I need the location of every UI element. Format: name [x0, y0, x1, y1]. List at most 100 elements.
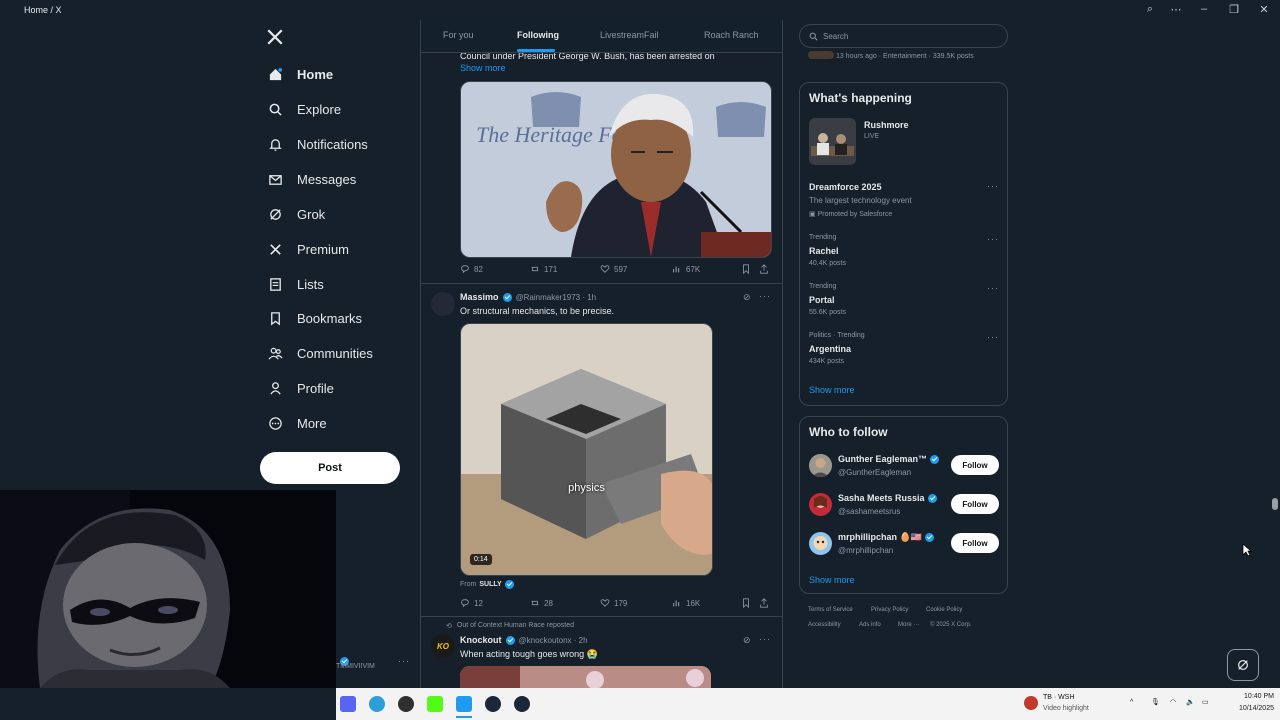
steam-icon-2[interactable] — [514, 696, 530, 712]
battery-icon[interactable]: ▭ — [1202, 698, 1209, 706]
live-thumbnail[interactable] — [809, 118, 856, 165]
sidebar-item-communities[interactable]: Communities — [268, 338, 373, 368]
grok-floating-button[interactable] — [1227, 649, 1259, 681]
footer-link-privacy[interactable]: Privacy Policy — [871, 607, 908, 613]
reply-button[interactable]: 12 — [460, 598, 483, 608]
volume-icon[interactable]: 🔈 — [1186, 698, 1195, 706]
widget-ticker[interactable]: TB · WSH — [1043, 694, 1075, 701]
follow-button[interactable]: Follow — [951, 455, 999, 475]
repost-button[interactable]: 171 — [530, 264, 557, 274]
repost-button[interactable]: 28 — [530, 598, 553, 608]
twitter-app-icon[interactable] — [456, 696, 472, 712]
user-handle[interactable]: @mrphillipchan — [838, 546, 893, 555]
sidebar-item-profile[interactable]: Profile — [268, 373, 334, 403]
microphone-icon[interactable]: 🎙 — [1151, 698, 1160, 706]
tab-following[interactable]: Following — [517, 30, 559, 40]
kick-icon[interactable] — [427, 696, 443, 712]
author-handle[interactable]: @Rainmaker1973 · 1h — [516, 293, 597, 302]
account-switcher[interactable]: TMMIVIIVIM ··· — [336, 648, 420, 678]
share-button[interactable] — [759, 598, 769, 608]
avatar[interactable] — [431, 292, 455, 316]
close-button[interactable]: ✕ — [1254, 3, 1274, 16]
edge-browser-icon[interactable] — [369, 696, 385, 712]
footer-link-terms[interactable]: Terms of Service — [808, 607, 853, 613]
avatar[interactable] — [809, 454, 832, 477]
follow-suggestion-name[interactable]: Gunther Eagleman™ — [838, 454, 940, 464]
author-handle[interactable]: @knockoutonx · 2h — [519, 636, 588, 645]
bookmark-button[interactable] — [741, 264, 751, 274]
timeline[interactable]: For you Following LivestreamFail Roach R… — [420, 20, 783, 688]
sidebar-item-messages[interactable]: Messages — [268, 164, 356, 194]
tab-for-you[interactable]: For you — [443, 30, 474, 40]
avatar[interactable]: KO — [431, 634, 455, 658]
show-more-link[interactable]: Show more — [809, 385, 855, 395]
steam-icon[interactable] — [485, 696, 501, 712]
bookmark-button[interactable] — [741, 598, 751, 608]
tab-roach-ranch[interactable]: Roach Ranch — [704, 30, 759, 40]
avatar[interactable] — [809, 532, 832, 555]
repost-note-text[interactable]: Out of Context Human Race reposted — [457, 622, 574, 630]
clock-time[interactable]: 10:40 PM — [1224, 693, 1274, 700]
like-button[interactable]: 597 — [600, 264, 627, 274]
more-options-icon[interactable]: ··· — [987, 234, 999, 244]
sidebar-item-premium[interactable]: Premium — [268, 234, 349, 264]
more-options-icon[interactable]: ··· — [987, 181, 999, 191]
account-menu-icon[interactable]: ··· — [398, 656, 410, 666]
sidebar-item-grok[interactable]: Grok — [268, 199, 325, 229]
footer-link-more[interactable]: More ··· — [898, 622, 919, 628]
footer-link-cookie[interactable]: Cookie Policy — [926, 607, 962, 613]
show-more-link[interactable]: Show more — [809, 575, 855, 585]
share-button[interactable] — [759, 264, 769, 274]
grok-icon[interactable]: ⊘ — [743, 292, 751, 303]
user-handle[interactable]: @GuntherEagleman — [838, 468, 911, 477]
sidebar-item-explore[interactable]: Explore — [268, 94, 341, 124]
minimize-button[interactable]: – — [1194, 3, 1214, 15]
trend-name[interactable]: Rachel — [809, 246, 839, 256]
reply-button[interactable]: 82 — [460, 264, 483, 274]
tab-livestreamfail[interactable]: LivestreamFail — [600, 30, 659, 40]
post-video[interactable]: physics 0:14 — [460, 323, 713, 576]
sidebar-item-home[interactable]: Home — [268, 59, 333, 89]
promo-title[interactable]: Dreamforce 2025 — [809, 182, 882, 192]
more-options-icon[interactable]: ··· — [759, 291, 771, 301]
from-name[interactable]: SULLY — [479, 581, 501, 588]
follow-button[interactable]: Follow — [951, 533, 999, 553]
author-name[interactable]: Massimo — [460, 292, 499, 302]
more-options-icon[interactable]: ··· — [987, 332, 999, 342]
restore-button[interactable]: ❐ — [1224, 3, 1244, 16]
footer-link-accessibility[interactable]: Accessibility — [808, 622, 841, 628]
live-name[interactable]: Rushmore — [864, 120, 909, 130]
grok-icon[interactable]: ⊘ — [743, 635, 751, 646]
sidebar-item-bookmarks[interactable]: Bookmarks — [268, 303, 362, 333]
follow-button[interactable]: Follow — [951, 494, 999, 514]
follow-suggestion-name[interactable]: mrphillipchan 🥚🇺🇸 — [838, 532, 934, 543]
post-image[interactable]: The Heritage Found — [460, 81, 772, 258]
obs-icon[interactable] — [398, 696, 414, 712]
clock-date[interactable]: 10/14/2025 — [1219, 705, 1274, 712]
footer-link-ads-info[interactable]: Ads info — [859, 622, 881, 628]
trend-name[interactable]: Argentina — [809, 344, 851, 354]
author-name[interactable]: Knockout — [460, 635, 502, 645]
like-button[interactable]: 179 — [600, 598, 627, 608]
more-options-icon[interactable]: ··· — [987, 283, 999, 293]
avatar[interactable] — [809, 493, 832, 516]
trend-name[interactable]: Portal — [809, 295, 835, 305]
wifi-icon[interactable]: ◠ — [1170, 698, 1176, 706]
sidebar-item-more[interactable]: More — [268, 408, 327, 438]
user-handle[interactable]: @sashameetsrus — [838, 507, 900, 516]
show-more-link[interactable]: Show more — [460, 63, 506, 73]
views-button[interactable]: 16K — [672, 598, 700, 608]
menu-dots-icon[interactable]: ⋯ — [1166, 3, 1186, 16]
post-media[interactable] — [460, 666, 711, 688]
window-scrollbar[interactable] — [1270, 20, 1280, 688]
more-options-icon[interactable]: ··· — [759, 634, 771, 644]
x-logo[interactable] — [266, 28, 284, 51]
zoom-icon[interactable]: ⌕ — [1140, 3, 1160, 16]
discord-icon[interactable] — [340, 696, 356, 712]
scroll-thumb[interactable] — [1272, 498, 1278, 510]
follow-suggestion-name[interactable]: Sasha Meets Russia — [838, 493, 937, 503]
sidebar-item-lists[interactable]: Lists — [268, 269, 324, 299]
sidebar-item-notifications[interactable]: Notifications — [268, 129, 368, 159]
search-input[interactable]: Search — [799, 24, 1008, 48]
views-button[interactable]: 67K — [672, 264, 700, 274]
